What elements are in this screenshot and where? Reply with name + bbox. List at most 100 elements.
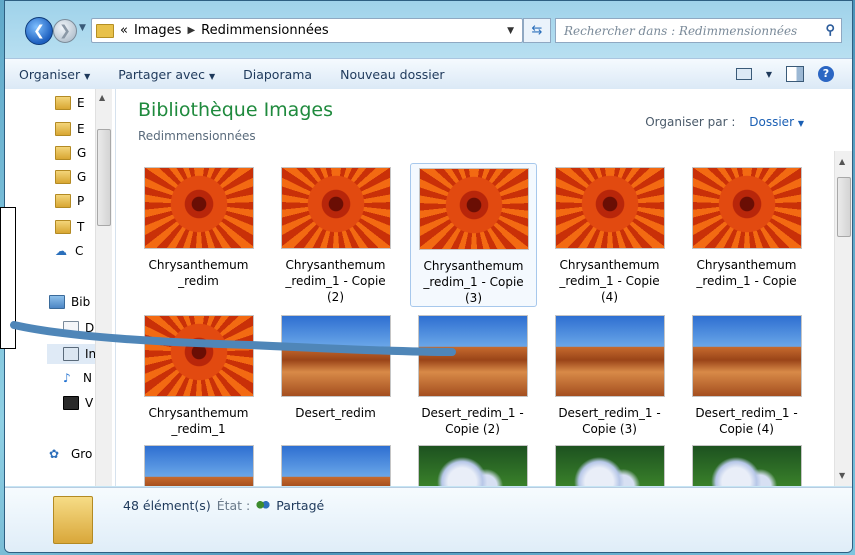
nav-item-homegroup[interactable]: ✿ Gro (49, 444, 92, 464)
organize-menu[interactable]: Organiser ▼ (5, 67, 104, 82)
nav-scrollbar-thumb[interactable] (97, 129, 111, 226)
slideshow-label: Diaporama (243, 66, 313, 82)
breadcrumb-separator-icon[interactable]: ▶ (187, 25, 195, 36)
file-name: Chrysanthemum _redim (148, 258, 249, 288)
forward-button[interactable]: ❯ (53, 19, 77, 43)
content-scrollbar[interactable]: ▲ ▼ (834, 151, 852, 486)
nav-item-label: T (77, 220, 85, 234)
shared-icon (256, 499, 271, 512)
file-name: Chrysanthemum _redim_1 (148, 406, 249, 436)
preview-pane-icon[interactable] (786, 66, 804, 82)
file-thumbnail (143, 167, 254, 249)
nav-item-label: C (75, 244, 84, 258)
library-title: Bibliothèque Images (138, 99, 333, 121)
search-input[interactable]: Rechercher dans : Redimmensionnées ⚲ (555, 18, 842, 43)
nav-item-label: Bib (71, 295, 91, 309)
scroll-up-icon[interactable]: ▲ (839, 157, 845, 166)
state-value: Partagé (276, 498, 325, 513)
file-thumbnail (554, 445, 665, 486)
nav-item-label: G (77, 146, 87, 160)
nav-item[interactable]: G (55, 143, 86, 163)
new-folder-button[interactable]: Nouveau dossier (326, 67, 458, 82)
file-tile[interactable]: Desert_redim_1 - Copie (3) (547, 311, 672, 437)
arrange-by: Organiser par : Dossier ▼ (645, 115, 804, 129)
nav-item-label: E (77, 122, 85, 136)
nav-item[interactable]: ☁ C (55, 241, 83, 261)
chevron-down-icon[interactable]: ▼ (798, 119, 804, 128)
nav-item[interactable]: ♪ N (63, 368, 92, 388)
nav-item[interactable]: P (55, 191, 84, 211)
nav-item-libraries[interactable]: Bib (49, 292, 90, 312)
address-bar[interactable]: « Images ▶ Redimmensionnées ▼ (91, 18, 523, 43)
slideshow-button[interactable]: Diaporama (229, 67, 326, 82)
nav-item-label: V (85, 396, 94, 410)
back-button[interactable]: ❮ (25, 17, 53, 45)
folder-icon (96, 23, 114, 38)
arrange-value-dropdown[interactable]: Dossier (749, 115, 794, 129)
download-folder-icon (55, 220, 71, 234)
homegroup-icon: ✿ (49, 447, 60, 461)
folder-icon (55, 96, 71, 110)
share-label: Partager avec (118, 66, 205, 82)
item-count: 48 élément(s) (123, 498, 211, 513)
arrange-label: Organiser par : (645, 115, 736, 129)
folder-icon (55, 146, 71, 160)
file-tile[interactable]: Chrysanthemum _redim_1 - Copie (684, 163, 809, 289)
nav-item[interactable]: D (63, 318, 94, 338)
new-folder-label: Nouveau dossier (340, 66, 445, 82)
chevron-down-icon: ▼ (208, 71, 216, 81)
file-thumbnail (691, 445, 802, 486)
view-dropdown-icon[interactable]: ▼ (766, 70, 772, 79)
address-row: ❮ ❯ ▼ « Images ▶ Redimmensionnées ▼ ⇆ Re… (5, 13, 852, 47)
search-placeholder: Rechercher dans : Redimmensionnées (564, 23, 798, 38)
nav-item-label: D (85, 321, 95, 335)
chevron-down-icon: ▼ (84, 71, 91, 81)
nav-item[interactable]: E (55, 119, 85, 139)
file-tile[interactable]: Desert_redim_1 - Copie (4) (684, 311, 809, 437)
nav-item[interactable]: T (55, 217, 84, 237)
nav-item[interactable]: G (55, 167, 86, 187)
file-tile[interactable]: Chrysanthemum _redim_1 (136, 311, 261, 437)
content-scrollbar-thumb[interactable] (837, 177, 851, 237)
breadcrumb-images[interactable]: Images (134, 23, 182, 38)
file-name: Chrysanthemum _redim_1 - Copie (3) (423, 259, 524, 305)
file-thumbnail (418, 168, 529, 250)
file-tile[interactable]: Chrysanthemum _redim_1 - Copie (4) (547, 163, 672, 305)
nav-item[interactable]: In (63, 344, 96, 364)
file-tile[interactable] (136, 441, 261, 486)
file-tile[interactable] (684, 441, 809, 486)
toolbar-right-group: ▼ ? (735, 59, 852, 89)
file-thumbnail (280, 445, 391, 486)
folder-icon (55, 194, 71, 208)
file-tile[interactable]: Desert_redim_1 - Copie (2) (410, 311, 535, 437)
file-tile[interactable] (547, 441, 672, 486)
file-tile[interactable]: Desert_redim (273, 311, 398, 421)
address-overflow[interactable]: « (120, 23, 128, 38)
change-view-icon[interactable] (735, 68, 752, 80)
refresh-button[interactable]: ⇆ (523, 18, 551, 43)
address-dropdown-icon[interactable]: ▼ (507, 26, 514, 36)
help-icon[interactable]: ? (818, 66, 834, 82)
file-tile[interactable]: Chrysanthemum _redim_1 - Copie (2) (273, 163, 398, 305)
file-tile[interactable] (273, 441, 398, 486)
state-label: État : (216, 498, 251, 513)
folder-icon (55, 122, 71, 136)
file-thumbnail (554, 315, 665, 397)
nav-item[interactable]: E (55, 93, 85, 113)
refresh-icon: ⇆ (531, 23, 543, 38)
recent-pages-dropdown-icon[interactable]: ▼ (79, 23, 86, 33)
library-icon (49, 295, 65, 309)
breadcrumb-current[interactable]: Redimmensionnées (201, 23, 328, 38)
file-thumbnail (280, 167, 391, 249)
file-tile[interactable] (410, 441, 535, 486)
images-icon (63, 347, 79, 361)
search-icon[interactable]: ⚲ (825, 23, 835, 38)
nav-item-label: Gro (71, 447, 93, 461)
file-tile[interactable]: Chrysanthemum _redim (136, 163, 261, 289)
file-tile[interactable]: Chrysanthemum _redim_1 - Copie (3) (410, 163, 537, 307)
nav-item[interactable]: V (63, 393, 93, 413)
scroll-up-icon[interactable]: ▲ (99, 93, 105, 102)
share-with-menu[interactable]: Partager avec ▼ (104, 67, 229, 82)
scroll-down-icon[interactable]: ▼ (839, 471, 845, 480)
file-view: Bibliothèque Images Redimmensionnées Org… (116, 89, 852, 486)
